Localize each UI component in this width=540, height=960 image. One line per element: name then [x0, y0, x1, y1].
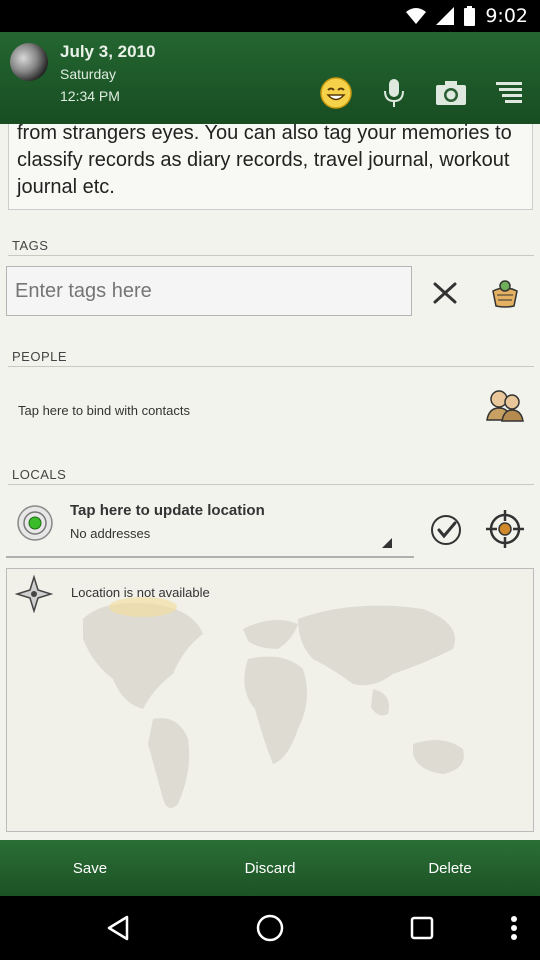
- tags-input[interactable]: [6, 266, 412, 316]
- tags-section-label: TAGS: [12, 238, 49, 253]
- dropdown-corner-icon: [382, 538, 392, 548]
- smiley-icon: [320, 77, 352, 109]
- dots-vertical-icon: [511, 916, 517, 940]
- tag-basket-icon: [492, 280, 518, 308]
- status-bar: 9:02: [0, 0, 540, 32]
- update-location-title: Tap here to update location: [70, 502, 265, 519]
- people-section-label: PEOPLE: [12, 349, 68, 364]
- discard-button[interactable]: Discard: [180, 860, 360, 877]
- entry-time[interactable]: 12:34 PM: [60, 88, 120, 104]
- status-time: 9:02: [485, 5, 528, 27]
- gps-radar-icon: [17, 505, 53, 541]
- system-nav-bar: [0, 896, 540, 960]
- addresses-status: No addresses: [70, 526, 151, 541]
- bind-contacts-text: Tap here to bind with contacts: [18, 402, 190, 418]
- clear-tags-button[interactable]: [428, 276, 462, 310]
- back-button[interactable]: [100, 910, 136, 946]
- locate-me-button[interactable]: [484, 508, 526, 550]
- action-bar: Save Discard Delete: [0, 840, 540, 896]
- home-icon: [256, 914, 284, 942]
- contacts-button[interactable]: [484, 386, 526, 424]
- location-status-text: Location is not available: [71, 585, 210, 600]
- home-button[interactable]: [252, 910, 288, 946]
- camera-button[interactable]: [432, 76, 470, 110]
- tag-picker-button[interactable]: [486, 274, 524, 312]
- entry-header: July 3, 2010 Saturday 12:34 PM: [0, 32, 540, 124]
- microphone-icon: [384, 79, 404, 107]
- entry-content: from strangers eyes. You can also tag yo…: [0, 124, 540, 840]
- back-icon: [107, 915, 129, 941]
- confirm-location-button[interactable]: [428, 512, 464, 548]
- location-map[interactable]: Location is not available: [6, 568, 534, 832]
- entry-body-text[interactable]: from strangers eyes. You can also tag yo…: [8, 124, 533, 210]
- crosshair-icon: [486, 510, 524, 548]
- location-selector[interactable]: Tap here to update location No addresses: [6, 492, 414, 558]
- voice-record-button[interactable]: [375, 76, 413, 110]
- people-divider: [8, 366, 534, 367]
- locals-divider: [8, 484, 534, 485]
- delete-button[interactable]: Delete: [360, 860, 540, 877]
- compass-icon: [15, 575, 53, 613]
- entry-day: Saturday: [60, 66, 117, 82]
- more-options-button[interactable]: [496, 910, 532, 946]
- recents-button[interactable]: [404, 910, 440, 946]
- overflow-menu-button[interactable]: [490, 76, 528, 110]
- signal-icon: [436, 7, 455, 25]
- camera-icon: [436, 81, 466, 105]
- bind-contacts-row[interactable]: Tap here to bind with contacts: [8, 382, 534, 438]
- contacts-icon: [486, 390, 524, 422]
- recents-icon: [410, 916, 434, 940]
- world-map-image: [83, 597, 464, 808]
- moon-phase-icon[interactable]: [10, 43, 48, 81]
- save-button[interactable]: Save: [0, 860, 180, 877]
- menu-icon: [496, 82, 522, 103]
- close-icon: [433, 282, 457, 304]
- battery-icon: [464, 6, 476, 26]
- tags-divider: [8, 255, 534, 256]
- checkmark-icon: [431, 515, 461, 545]
- entry-date[interactable]: July 3, 2010: [60, 42, 155, 62]
- wifi-icon: [406, 8, 427, 24]
- mood-button[interactable]: [317, 76, 355, 110]
- locals-section-label: LOCALS: [12, 467, 67, 482]
